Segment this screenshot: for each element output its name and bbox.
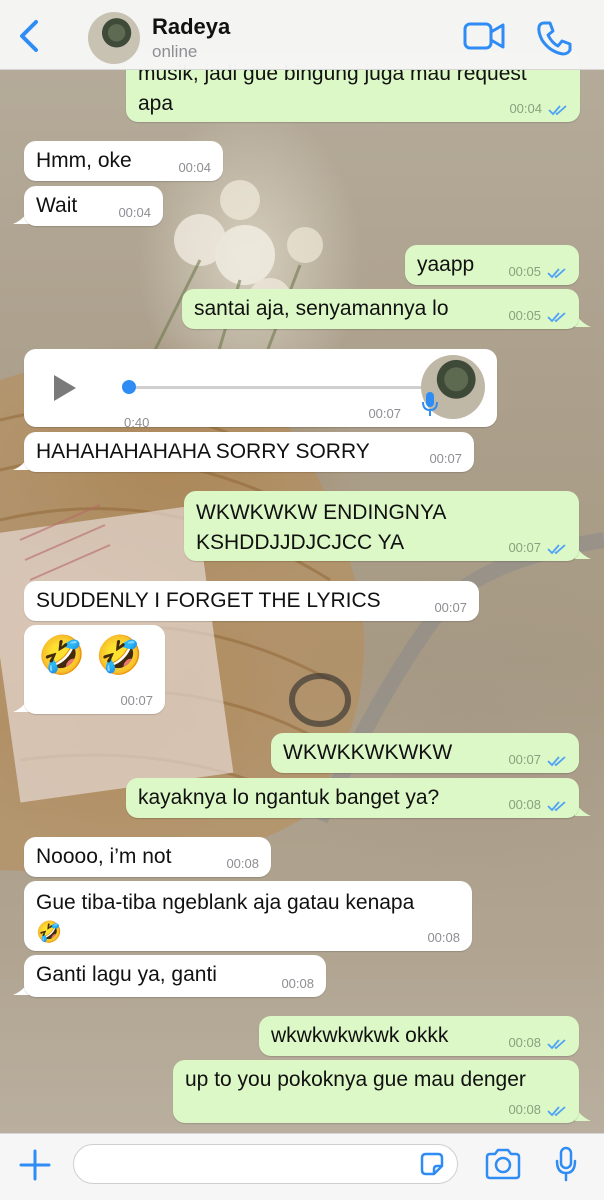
message-text: Noooo, i’m not <box>36 845 172 868</box>
chat-header: Radeya online <box>0 0 604 70</box>
message-input-bar <box>0 1133 604 1200</box>
message-time: 00:05 <box>508 308 541 323</box>
message-text: wkwkwkwkwk okkk <box>271 1024 449 1047</box>
message-text: yaapp <box>417 253 475 276</box>
message-time: 00:08 <box>508 1102 541 1117</box>
message-bubble-incoming[interactable]: Noooo, i’m not 00:08 <box>24 837 271 877</box>
microphone-icon[interactable] <box>554 1146 578 1182</box>
back-chevron-icon[interactable] <box>14 18 44 54</box>
contact-status: online <box>152 42 198 61</box>
message-time: 00:07 <box>434 600 467 615</box>
message-text: 🤣 <box>36 921 63 944</box>
message-time: 00:08 <box>226 856 259 871</box>
play-icon[interactable] <box>52 373 78 403</box>
message-time: 00:08 <box>281 976 314 991</box>
message-bubble-outgoing[interactable]: WKWKWKW ENDINGNYA KSHDDJJDJCJCC YA 00:07 <box>184 491 579 561</box>
message-time: 00:04 <box>118 205 151 220</box>
video-call-icon[interactable] <box>463 20 505 52</box>
message-input[interactable] <box>73 1144 458 1184</box>
microphone-icon <box>422 392 438 416</box>
message-time: 00:04 <box>178 160 211 175</box>
message-time: 00:07 <box>508 540 541 555</box>
message-text: KSHDDJJDJCJCC YA <box>196 531 405 554</box>
message-text: up to you pokoknya gue mau denger <box>185 1068 526 1091</box>
read-ticks-icon <box>547 1106 566 1117</box>
message-bubble-incoming[interactable]: 🤣 🤣 00:07 <box>24 625 165 714</box>
message-text: Ganti lagu ya, ganti <box>36 963 217 986</box>
read-ticks-icon <box>547 544 566 555</box>
message-bubble-incoming[interactable]: Wait 00:04 <box>24 186 163 226</box>
message-text: WKWKWKW ENDINGNYA <box>196 501 447 524</box>
contact-name[interactable]: Radeya <box>152 14 230 40</box>
read-ticks-icon <box>547 268 566 279</box>
phone-call-icon[interactable] <box>536 20 572 56</box>
message-bubble-incoming[interactable]: Ganti lagu ya, ganti 00:08 <box>24 955 326 997</box>
message-text: SUDDENLY I FORGET THE LYRICS <box>36 589 381 612</box>
message-bubble-incoming[interactable]: SUDDENLY I FORGET THE LYRICS 00:07 <box>24 581 479 621</box>
message-time: 00:08 <box>427 930 460 945</box>
message-time: 00:07 <box>368 406 401 421</box>
message-text: kayaknya lo ngantuk banget ya? <box>138 786 440 809</box>
message-time: 00:05 <box>508 264 541 279</box>
message-time: 00:04 <box>509 101 542 116</box>
message-text: 🤣 🤣 <box>38 635 144 677</box>
plus-icon[interactable] <box>18 1148 52 1182</box>
contact-avatar[interactable] <box>88 12 140 64</box>
read-ticks-icon <box>548 105 567 116</box>
voice-message-bubble[interactable]: 0:40 00:07 <box>24 349 497 430</box>
message-text: Hmm, oke <box>36 149 132 172</box>
message-bubble-incoming[interactable]: Gue tiba-tiba ngeblank aja gatau kenapa … <box>24 881 472 951</box>
message-text: apa <box>138 92 174 115</box>
message-bubble-outgoing[interactable]: yaapp 00:05 <box>405 245 579 285</box>
message-bubble-outgoing[interactable]: WKWKKWKWKW 00:07 <box>271 733 579 773</box>
message-time: 00:07 <box>120 693 153 708</box>
sticker-icon[interactable] <box>418 1150 446 1178</box>
message-time: 00:08 <box>508 797 541 812</box>
message-bubble-incoming[interactable]: Hmm, oke 00:04 <box>24 141 223 181</box>
camera-icon[interactable] <box>484 1148 522 1180</box>
read-ticks-icon <box>547 756 566 767</box>
message-text: Wait <box>36 194 78 217</box>
read-ticks-icon <box>547 312 566 323</box>
message-text: WKWKKWKWKW <box>283 741 453 764</box>
message-time: 00:08 <box>508 1035 541 1050</box>
voice-progress-knob[interactable] <box>122 380 136 394</box>
message-bubble-outgoing[interactable]: wkwkwkwkwk okkk 00:08 <box>259 1016 579 1056</box>
message-text: Gue tiba-tiba ngeblank aja gatau kenapa <box>36 891 415 914</box>
message-bubble-outgoing[interactable]: up to you pokoknya gue mau denger 00:08 <box>173 1060 579 1123</box>
message-time: 00:07 <box>508 752 541 767</box>
message-bubble-incoming[interactable]: HAHAHAHAHAHA SORRY SORRY 00:07 <box>24 432 474 472</box>
message-bubble-outgoing[interactable]: kayaknya lo ngantuk banget ya? 00:08 <box>126 778 579 818</box>
read-ticks-icon <box>547 1039 566 1050</box>
voice-progress-track[interactable] <box>124 386 424 389</box>
message-bubble-outgoing[interactable]: santai aja, senyamannya lo 00:05 <box>182 289 579 329</box>
message-text: santai aja, senyamannya lo <box>194 297 449 320</box>
message-time: 00:07 <box>429 451 462 466</box>
read-ticks-icon <box>547 801 566 812</box>
message-text: HAHAHAHAHAHA SORRY SORRY <box>36 440 370 463</box>
